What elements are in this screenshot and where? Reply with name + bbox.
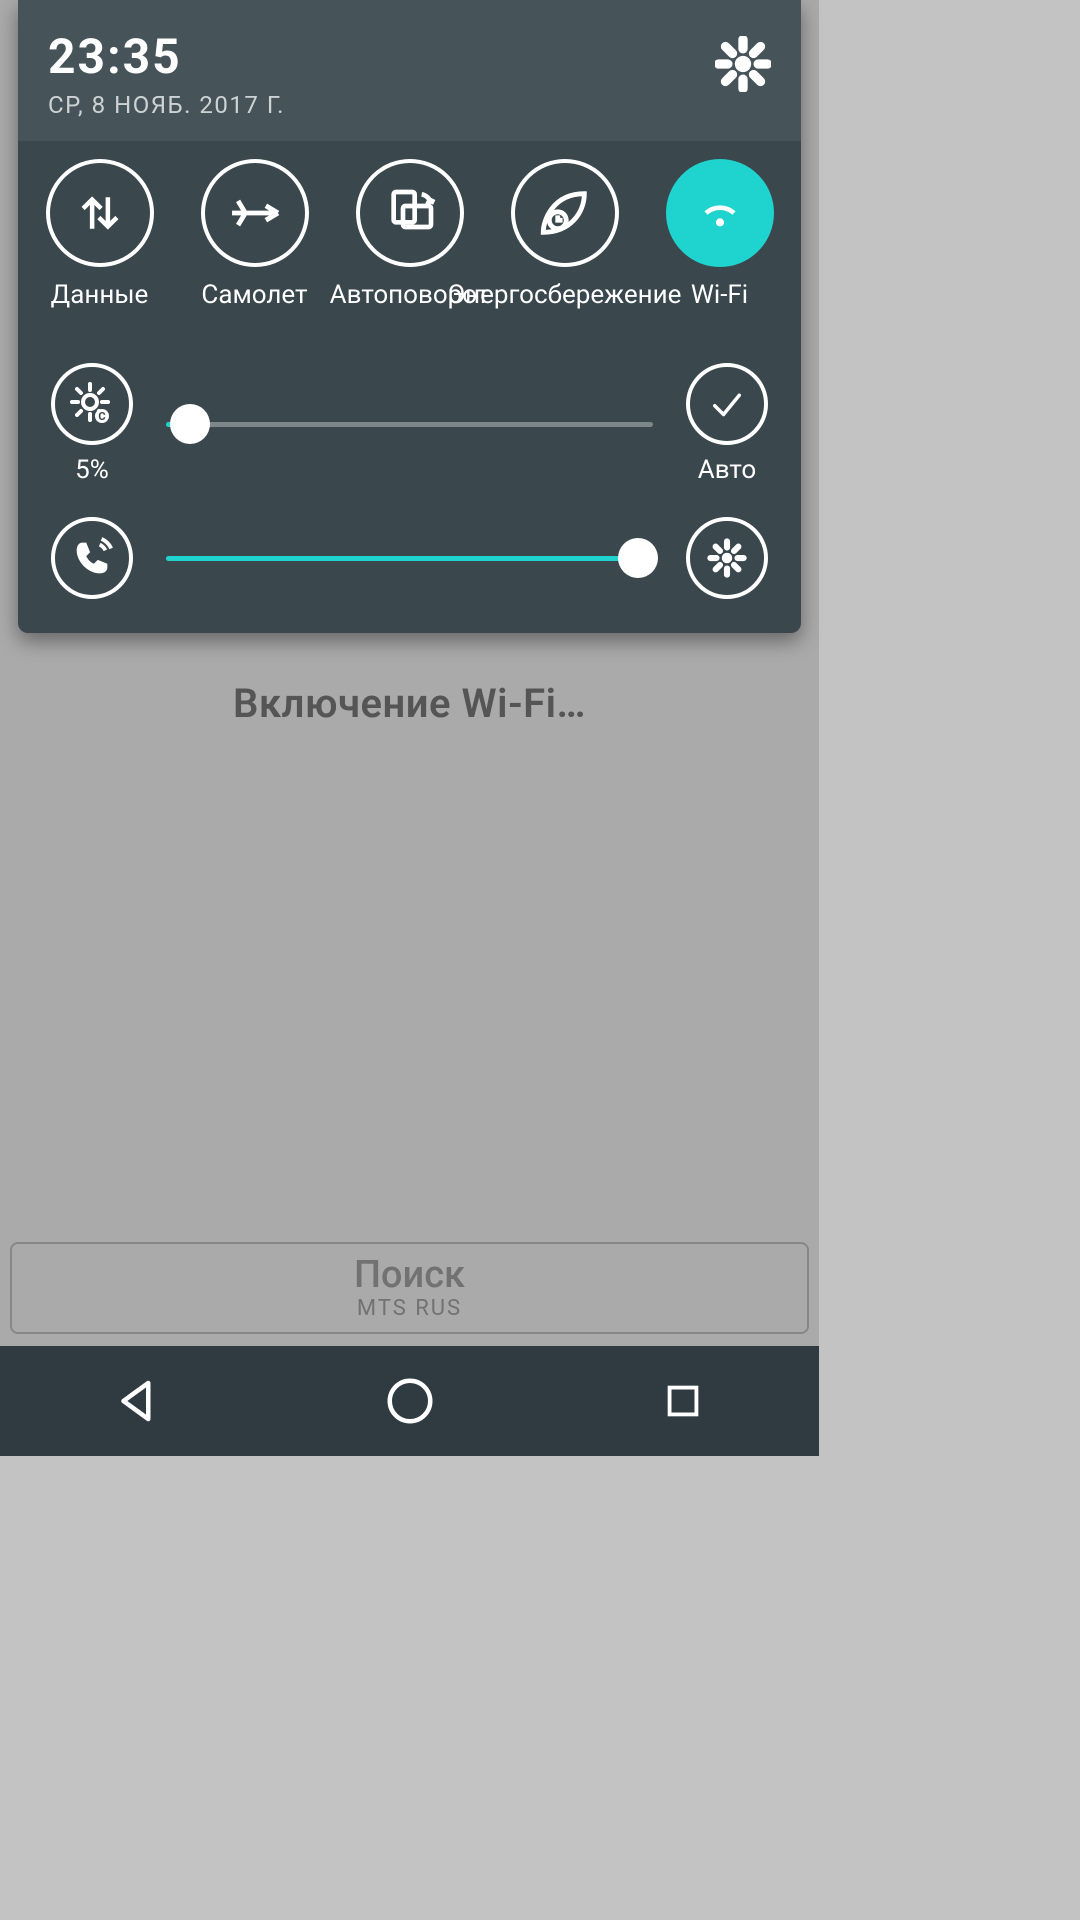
svg-text:C: C bbox=[98, 410, 105, 423]
nav-back-button[interactable] bbox=[102, 1366, 172, 1436]
clock-time: 23:35 bbox=[48, 28, 285, 85]
gear-icon bbox=[715, 36, 771, 92]
rotate-icon bbox=[382, 185, 438, 241]
circle-home-icon bbox=[383, 1374, 437, 1428]
ringer-button[interactable] bbox=[44, 517, 140, 599]
panel-header: 23:35 СР, 8 НОЯБ. 2017 Г. bbox=[18, 0, 801, 141]
tile-power-saving[interactable]: Энергосбережение bbox=[489, 159, 641, 341]
tile-label: Самолет bbox=[201, 281, 307, 341]
brightness-auto-label: Авто bbox=[698, 455, 756, 485]
brightness-indicator[interactable]: C 5% bbox=[44, 363, 140, 485]
clock-block[interactable]: 23:35 СР, 8 НОЯБ. 2017 Г. bbox=[48, 28, 285, 119]
airplane-icon bbox=[226, 184, 284, 242]
leaf-clock-icon bbox=[536, 184, 594, 242]
data-arrows-icon bbox=[73, 186, 127, 240]
tile-wifi[interactable]: Wi-Fi bbox=[644, 159, 796, 341]
volume-slider[interactable] bbox=[166, 530, 653, 586]
triangle-back-icon bbox=[110, 1374, 164, 1428]
tile-airplane-mode[interactable]: Самолет bbox=[179, 159, 331, 341]
brightness-percent: 5% bbox=[75, 455, 109, 485]
phone-ring-icon bbox=[69, 535, 115, 581]
tile-mobile-data[interactable]: Данные bbox=[24, 159, 176, 341]
tile-label: Данные bbox=[51, 281, 149, 341]
tile-label: Wi-Fi bbox=[691, 281, 748, 341]
gear-icon bbox=[706, 537, 748, 579]
nav-home-button[interactable] bbox=[375, 1366, 445, 1436]
wifi-icon bbox=[692, 185, 748, 241]
square-recent-icon bbox=[660, 1378, 706, 1424]
brightness-icon: C bbox=[68, 380, 116, 428]
volume-row bbox=[18, 489, 801, 603]
volume-settings-button[interactable] bbox=[679, 517, 775, 599]
clock-date: СР, 8 НОЯБ. 2017 Г. bbox=[48, 91, 285, 119]
brightness-row: C 5% Авто bbox=[18, 351, 801, 489]
brightness-auto-toggle[interactable]: Авто bbox=[679, 363, 775, 485]
check-icon bbox=[706, 383, 748, 425]
brightness-slider[interactable] bbox=[166, 396, 653, 452]
nav-recent-button[interactable] bbox=[648, 1366, 718, 1436]
quick-tiles-row: Данные Самолет Автоповорот bbox=[18, 141, 801, 351]
settings-button[interactable] bbox=[715, 36, 771, 92]
quick-settings-panel: 23:35 СР, 8 НОЯБ. 2017 Г. bbox=[18, 0, 801, 633]
system-nav-bar bbox=[0, 1346, 819, 1456]
